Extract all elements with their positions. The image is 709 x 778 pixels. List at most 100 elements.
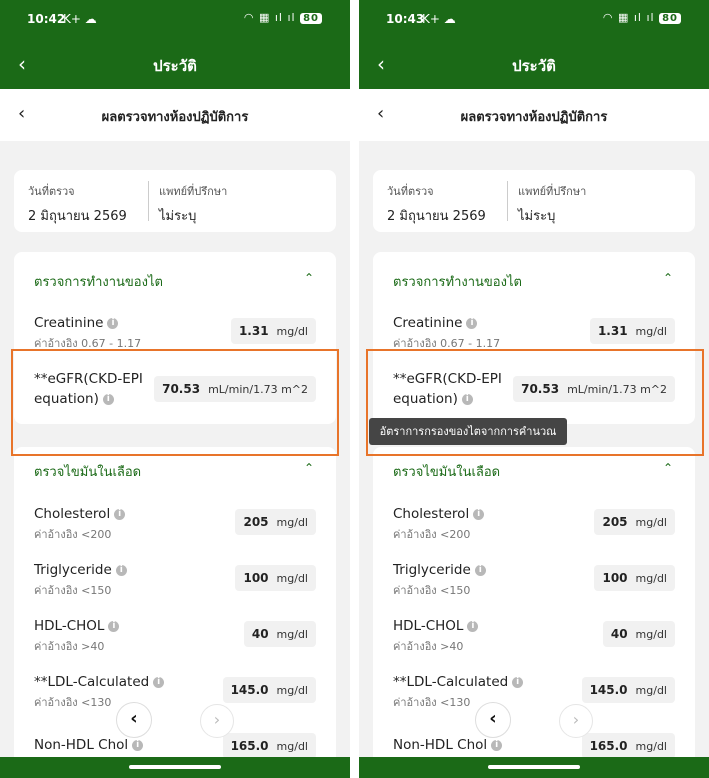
- hdl-row: HDL-CHOL i: [393, 618, 479, 634]
- info-icon[interactable]: i: [115, 564, 127, 576]
- battery-icon: 80: [300, 13, 322, 24]
- info-icon[interactable]: i: [467, 620, 479, 632]
- info-icon[interactable]: i: [153, 676, 165, 688]
- test-ref: ค่าอ้างอิง >40: [393, 640, 464, 653]
- test-unit: mg/dl: [635, 572, 667, 585]
- test-name: Triglyceride: [393, 562, 471, 578]
- collapse-chevron-icon[interactable]: ⌃: [304, 271, 314, 285]
- test-unit: mg/dl: [635, 740, 667, 753]
- signal-icons: ◠ ▦ ıl ıl: [243, 11, 296, 24]
- date-value: 2 มิถุนายน 2569: [28, 209, 127, 224]
- info-icon[interactable]: i: [491, 739, 503, 751]
- sub-header: ‹ ผลตรวจทางห้องปฏิบัติการ: [359, 89, 709, 141]
- test-unit: mg/dl: [276, 325, 308, 338]
- nonhdl-row: Non-HDL Chol i: [393, 737, 503, 753]
- test-unit: mg/dl: [276, 516, 308, 529]
- next-button[interactable]: ›: [559, 704, 593, 738]
- home-indicator[interactable]: [488, 765, 580, 769]
- screen-right: 10:43 K+ ☁ ◠ ▦ ıl ıl 80 ‹ ประวัติ ‹ ผลตร…: [359, 0, 709, 778]
- test-name: Cholesterol: [393, 506, 470, 522]
- value-box: 1.31 mg/dl: [230, 318, 316, 344]
- date-field: วันที่ตรวจ 2 มิถุนายน 2569: [387, 182, 486, 226]
- info-icon[interactable]: i: [108, 620, 120, 632]
- creatinine-row: Creatinine i: [34, 315, 119, 331]
- app-bar: 10:42 K+ ☁ ◠ ▦ ıl ıl 80 ‹ ประวัติ: [0, 0, 350, 89]
- test-ref: ค่าอ้างอิง <150: [393, 584, 471, 597]
- ldl-row: **LDL-Calculated i: [34, 674, 165, 690]
- collapse-chevron-icon[interactable]: ⌃: [663, 271, 673, 285]
- egfr-tooltip: อัตราการกรองของไตจากการคำนวณ: [369, 418, 567, 445]
- bottom-nav-bar: [0, 757, 350, 778]
- triglyceride-row: Triglyceride i: [393, 562, 486, 578]
- status-left-icons: K+ ☁: [422, 12, 456, 26]
- test-value: 1.31: [238, 324, 269, 338]
- lipid-section: ตรวจไขมันในเลือด ⌃ Cholesterol i ค่าอ้างอ…: [373, 447, 695, 778]
- test-value: 165.0: [589, 739, 628, 753]
- hdl-row: HDL-CHOL i: [34, 618, 120, 634]
- test-unit: mg/dl: [635, 684, 667, 697]
- chevron-left-icon: ‹: [130, 708, 138, 729]
- info-divider: [507, 181, 508, 221]
- test-unit: mg/dl: [276, 572, 308, 585]
- info-icon[interactable]: i: [512, 676, 524, 688]
- collapse-chevron-icon[interactable]: ⌃: [304, 461, 314, 475]
- test-ref: ค่าอ้างอิง <130: [34, 696, 112, 709]
- test-value: 40: [251, 627, 269, 641]
- info-icon[interactable]: i: [473, 508, 485, 520]
- ldl-row: **LDL-Calculated i: [393, 674, 524, 690]
- doctor-label: แพทย์ที่ปรึกษา: [159, 185, 228, 198]
- triglyceride-row: Triglyceride i: [34, 562, 127, 578]
- info-icon[interactable]: i: [107, 317, 119, 329]
- page-title: ผลตรวจทางห้องปฏิบัติการ: [101, 110, 249, 125]
- kidney-section-title[interactable]: ตรวจการทำงานของไต: [34, 271, 163, 292]
- value-box: 165.0 mg/dl: [222, 733, 316, 759]
- test-ref: ค่าอ้างอิง >40: [34, 640, 105, 653]
- cholesterol-row: Cholesterol i: [393, 506, 485, 522]
- test-unit: mg/dl: [635, 325, 667, 338]
- next-button[interactable]: ›: [200, 704, 234, 738]
- collapse-chevron-icon[interactable]: ⌃: [663, 461, 673, 475]
- test-name: HDL-CHOL: [393, 618, 464, 634]
- value-box: 40 mg/dl: [243, 621, 316, 647]
- lipid-section-title[interactable]: ตรวจไขมันในเลือด: [34, 461, 141, 482]
- info-icon[interactable]: i: [466, 317, 478, 329]
- info-icon[interactable]: i: [132, 739, 144, 751]
- status-time: 10:43: [386, 12, 425, 26]
- prev-button[interactable]: ‹: [475, 702, 511, 738]
- date-value: 2 มิถุนายน 2569: [387, 209, 486, 224]
- test-unit: mg/dl: [276, 684, 308, 697]
- kidney-section-title[interactable]: ตรวจการทำงานของไต: [393, 271, 522, 292]
- page-title: ผลตรวจทางห้องปฏิบัติการ: [460, 110, 608, 125]
- chevron-right-icon: ›: [213, 710, 221, 729]
- doctor-field: แพทย์ที่ปรึกษา ไม่ระบุ: [518, 182, 586, 226]
- info-icon[interactable]: i: [474, 564, 486, 576]
- test-value: 1.31: [597, 324, 628, 338]
- status-bar: 10:43 K+ ☁ ◠ ▦ ıl ıl 80: [359, 0, 709, 40]
- screen-divider: [350, 0, 359, 778]
- cholesterol-row: Cholesterol i: [34, 506, 126, 522]
- test-value: 145.0: [230, 683, 269, 697]
- doctor-label: แพทย์ที่ปรึกษา: [518, 185, 587, 198]
- test-unit: mg/dl: [635, 628, 667, 641]
- test-value: 145.0: [589, 683, 628, 697]
- home-indicator[interactable]: [129, 765, 221, 769]
- value-box: 145.0 mg/dl: [222, 677, 316, 703]
- info-icon[interactable]: i: [114, 508, 126, 520]
- test-ref: ค่าอ้างอิง <200: [34, 528, 112, 541]
- doctor-value: ไม่ระบุ: [159, 209, 197, 224]
- sub-header: ‹ ผลตรวจทางห้องปฏิบัติการ: [0, 89, 350, 141]
- test-name: Non-HDL Chol: [393, 737, 488, 753]
- test-name: Creatinine: [34, 315, 104, 331]
- status-bar: 10:42 K+ ☁ ◠ ▦ ıl ıl 80: [0, 0, 350, 40]
- value-box: 145.0 mg/dl: [581, 677, 675, 703]
- test-name: **LDL-Calculated: [393, 674, 509, 690]
- test-unit: mg/dl: [635, 516, 667, 529]
- bottom-nav-bar: [359, 757, 709, 778]
- date-label: วันที่ตรวจ: [28, 185, 75, 198]
- test-value: 40: [610, 627, 628, 641]
- test-unit: mg/dl: [276, 740, 308, 753]
- prev-button[interactable]: ‹: [116, 702, 152, 738]
- nonhdl-row: Non-HDL Chol i: [34, 737, 144, 753]
- doctor-value: ไม่ระบุ: [518, 209, 556, 224]
- lipid-section-title[interactable]: ตรวจไขมันในเลือด: [393, 461, 500, 482]
